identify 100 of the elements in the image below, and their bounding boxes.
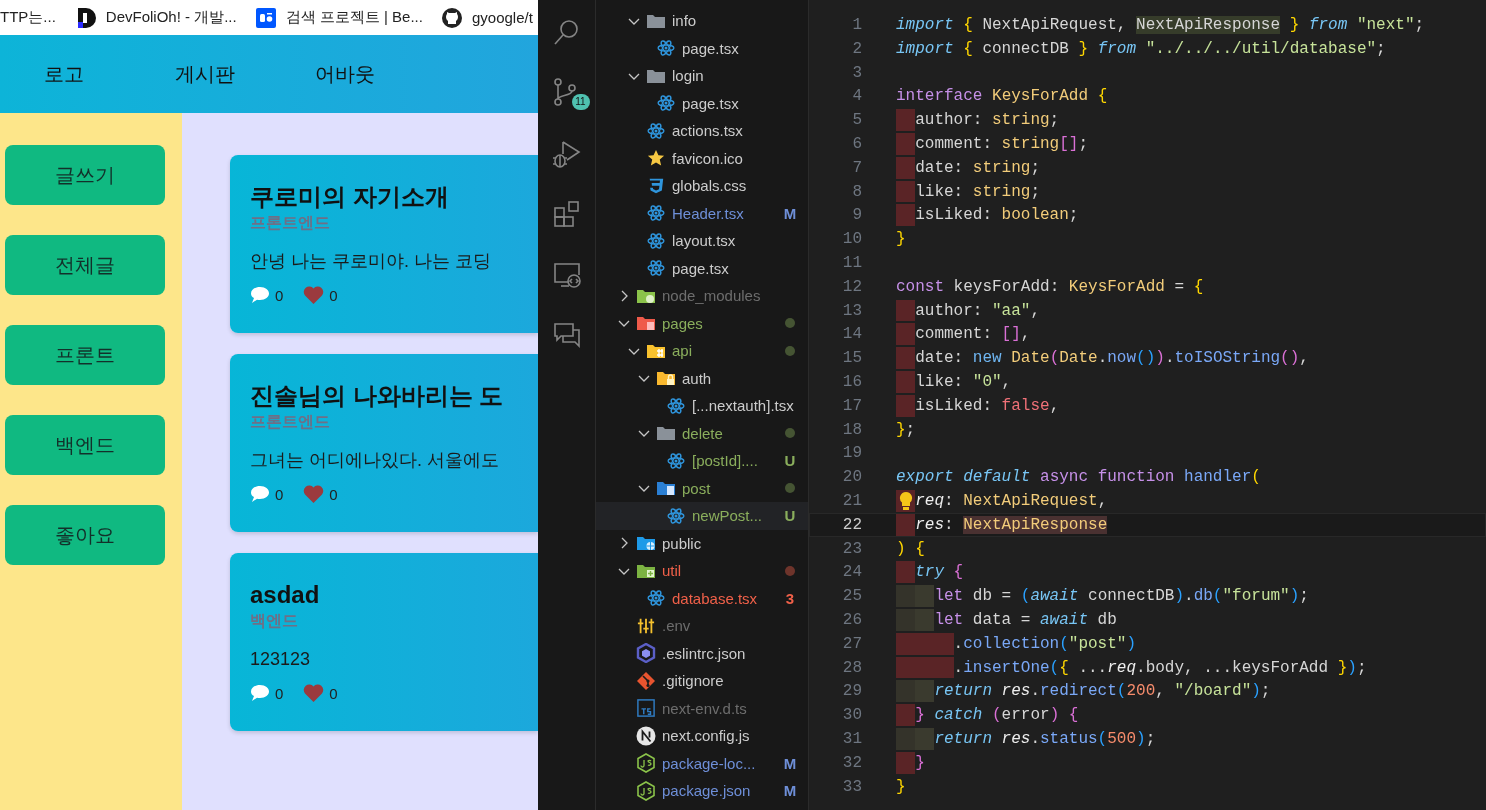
next-logo-icon	[636, 725, 656, 746]
post-card[interactable]: asdad 백엔드 123123 0 0	[230, 553, 538, 731]
post-excerpt: 그녀는 어디에나있다. 서울에도	[250, 450, 499, 470]
code-line: isLiked: boolean;	[915, 205, 1079, 227]
bookmark[interactable]: gyoogle/t	[441, 7, 533, 28]
post-card[interactable]: 진솔님의 나와바리는 도 프론트엔드 그녀는 어디에나있다. 서울에도 0 0	[230, 354, 538, 532]
post-title: 쿠로미의 자기소개	[250, 183, 449, 210]
folder-icon	[646, 342, 666, 359]
tree-item[interactable]: util	[596, 557, 808, 585]
code-line: try {	[915, 562, 964, 584]
code-line: }	[915, 752, 925, 774]
git-status-label: M	[782, 754, 798, 772]
code-line: date: new Date(Date.now()).toISOString(),	[915, 348, 1309, 369]
line-number: 33	[841, 776, 862, 798]
js-icon	[636, 753, 656, 774]
line-number: 2	[851, 38, 862, 60]
nav-link[interactable]: 로고	[44, 60, 84, 88]
nav-link[interactable]: 게시판	[175, 60, 235, 88]
code-line: const keysForAdd: KeysForAdd = {	[896, 276, 1204, 298]
bookmark[interactable]: DevFoliOh! - 개발...	[77, 7, 237, 28]
code-line: comment: [],	[915, 324, 1031, 346]
tree-item[interactable]: login	[596, 62, 808, 90]
nav-link[interactable]: 어바웃	[315, 60, 375, 88]
tree-item[interactable]: public	[596, 529, 808, 557]
tree-item[interactable]: newPost... U	[596, 502, 808, 530]
bookmark[interactable]: 검색 프로젝트 | Be...	[255, 7, 423, 28]
tree-item[interactable]: favicon.ico	[596, 144, 808, 172]
tree-item[interactable]: api	[596, 337, 808, 365]
git-status-label: M	[782, 204, 798, 222]
folder-icon	[656, 480, 676, 497]
react-icon	[667, 451, 685, 470]
tree-item[interactable]: delete	[596, 419, 808, 447]
react-icon	[657, 39, 675, 58]
line-number: 16	[841, 371, 862, 393]
line-number: 10	[841, 229, 862, 250]
post-category: 백엔드	[250, 612, 298, 629]
code-line: author: "aa",	[915, 300, 1040, 322]
git-icon	[636, 670, 656, 691]
tree-item[interactable]: pages	[596, 309, 808, 337]
sidebar-button[interactable]: 좋아요	[5, 505, 165, 565]
github-icon	[441, 7, 462, 28]
comment-count: 0	[275, 286, 284, 304]
sidebar-button[interactable]: 전체글	[5, 235, 165, 295]
sidebar-button[interactable]: 글쓰기	[5, 145, 165, 205]
tree-item[interactable]: .gitignore	[596, 667, 808, 695]
code-line: .insertOne({ ...req.body, ...keysForAdd });	[953, 657, 1367, 679]
react-icon	[667, 396, 685, 415]
tree-item[interactable]: next.config.js	[596, 722, 808, 750]
tree-item[interactable]: database.tsx 3	[596, 584, 808, 612]
line-number: 7	[851, 157, 862, 179]
tree-item[interactable]: Header.tsx M	[596, 199, 808, 227]
tree-item[interactable]: globals.css	[596, 172, 808, 200]
run-debug-icon[interactable]	[550, 138, 583, 170]
like-count: 0	[329, 286, 338, 304]
tree-item[interactable]: auth	[596, 364, 808, 392]
code-line: };	[896, 419, 916, 441]
code-line: }	[896, 229, 906, 250]
line-number: 19	[841, 443, 862, 465]
tree-item[interactable]: .eslintrc.json	[596, 639, 808, 667]
tree-item[interactable]: layout.tsx	[596, 227, 808, 255]
tree-item[interactable]: page.tsx	[596, 254, 808, 282]
react-icon	[647, 204, 665, 223]
sidebar-button[interactable]: 프론트	[5, 325, 165, 385]
tree-item[interactable]: post	[596, 474, 808, 502]
tree-item[interactable]: package-loc... M	[596, 749, 808, 777]
line-number: 4	[851, 86, 862, 108]
tree-item[interactable]: info	[596, 7, 808, 35]
tree-item[interactable]: [postId].... U	[596, 447, 808, 475]
tree-item[interactable]: page.tsx	[596, 34, 808, 62]
bookmark[interactable]: TTP는...	[0, 8, 56, 27]
post-category: 프론트엔드	[250, 214, 330, 231]
code-line: }	[896, 776, 906, 798]
tree-item[interactable]: .env	[596, 612, 808, 640]
star-icon	[647, 149, 665, 168]
folder-icon	[656, 425, 676, 442]
js-icon	[636, 780, 656, 801]
code-line: res: NextApiResponse	[915, 514, 1108, 536]
comment-count: 0	[275, 684, 284, 702]
tree-item[interactable]: [...nextauth].tsx	[596, 392, 808, 420]
post-excerpt: 안녕 나는 쿠로미야. 나는 코딩	[250, 251, 491, 271]
line-number: 11	[841, 252, 862, 274]
code-line: like: string;	[915, 181, 1040, 203]
notification-badge: 11	[571, 94, 590, 110]
tree-item[interactable]: actions.tsx	[596, 117, 808, 145]
speech-bubble-icon	[250, 485, 270, 503]
css-icon	[647, 176, 665, 195]
post-card[interactable]: 쿠로미의 자기소개 프론트엔드 안녕 나는 쿠로미야. 나는 코딩 0 0	[230, 155, 538, 333]
code-line: interface KeysForAdd {	[896, 86, 1108, 108]
folder-icon	[636, 315, 656, 332]
line-number: 24	[841, 562, 862, 584]
behance-icon	[255, 7, 276, 28]
folder-lock-icon	[656, 370, 676, 387]
code-line: req: NextApiRequest,	[915, 490, 1108, 512]
tree-item[interactable]: package.json M	[596, 777, 808, 805]
heart-icon	[303, 286, 325, 304]
react-icon	[647, 259, 665, 278]
line-number: 14	[841, 324, 862, 346]
sidebar-button[interactable]: 백엔드	[5, 415, 165, 475]
tree-item[interactable]: page.tsx	[596, 89, 808, 117]
like-count: 0	[329, 684, 338, 702]
